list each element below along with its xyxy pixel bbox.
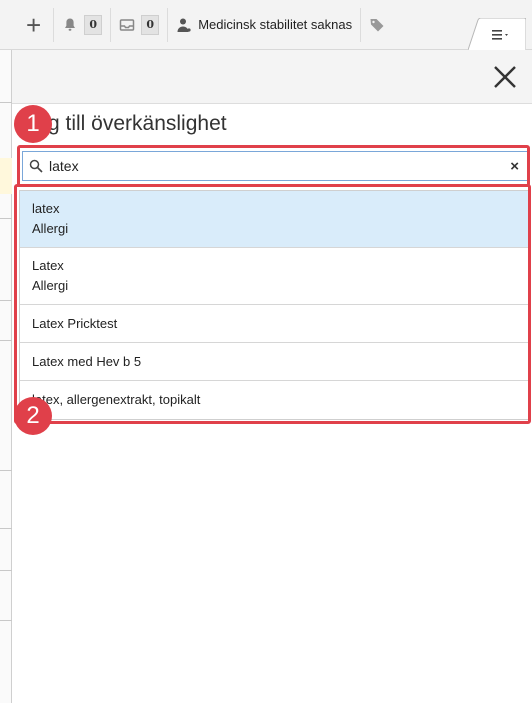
strip-divider [0, 620, 12, 621]
list-item[interactable]: Latex med Hev b 5 [20, 343, 530, 381]
notifications-count-badge: 0 [84, 14, 103, 35]
bell-icon [65, 18, 76, 31]
strip-divider [0, 528, 12, 529]
strip-divider [0, 470, 12, 471]
menu-tab[interactable] [468, 18, 526, 50]
strip-divider [0, 340, 12, 341]
list-item[interactable]: Latex Pricktest [20, 305, 530, 343]
annotation-marker-1: 1 [14, 105, 52, 143]
list-item[interactable]: latex, allergenextrakt, topikalt [20, 381, 530, 419]
messages-button[interactable]: 0 [111, 7, 169, 42]
search-icon [29, 159, 43, 173]
clear-search-button[interactable]: × [510, 158, 519, 175]
page-title: g till överkänslighet [48, 112, 227, 135]
strip-divider [0, 218, 12, 219]
strip-divider [0, 300, 12, 301]
result-name: latex [32, 201, 60, 216]
result-name: latex, allergenextrakt, topikalt [32, 392, 201, 407]
result-name: Latex [32, 258, 64, 273]
panel-header [12, 50, 532, 104]
strip-divider [0, 102, 12, 103]
background-app-strip [0, 50, 12, 703]
add-allergy-panel: g till överkänslighet × latex Allergi La… [12, 50, 532, 703]
strip-highlight [0, 158, 12, 194]
tag-icon [370, 18, 384, 31]
medical-stability-label: Medicinsk stabilitet saknas [198, 17, 353, 32]
top-toolbar: + 0 0 Medicinsk stabilitet saknas [0, 0, 532, 50]
person-icon [177, 18, 191, 32]
messages-count-badge: 0 [141, 14, 160, 35]
result-name: Latex Pricktest [32, 315, 118, 331]
search-field[interactable]: × [22, 151, 528, 181]
add-button[interactable]: + [0, 7, 55, 42]
search-input[interactable] [49, 158, 489, 174]
strip-divider [0, 570, 12, 571]
result-name: Latex med Hev b 5 [32, 353, 142, 369]
result-category: Allergi [32, 221, 69, 236]
medical-stability-button[interactable]: Medicinsk stabilitet saknas [168, 7, 362, 42]
result-category: Allergi [32, 278, 69, 293]
inbox-icon [119, 18, 135, 31]
annotation-marker-2: 2 [14, 397, 52, 435]
tags-button[interactable] [361, 8, 393, 42]
search-results-list: latex Allergi Latex Allergi Latex Prickt… [19, 190, 531, 420]
close-icon[interactable] [488, 60, 522, 94]
list-item[interactable]: Latex Allergi [20, 248, 530, 305]
notifications-button[interactable]: 0 [54, 7, 112, 42]
list-item[interactable]: latex Allergi [20, 191, 530, 248]
